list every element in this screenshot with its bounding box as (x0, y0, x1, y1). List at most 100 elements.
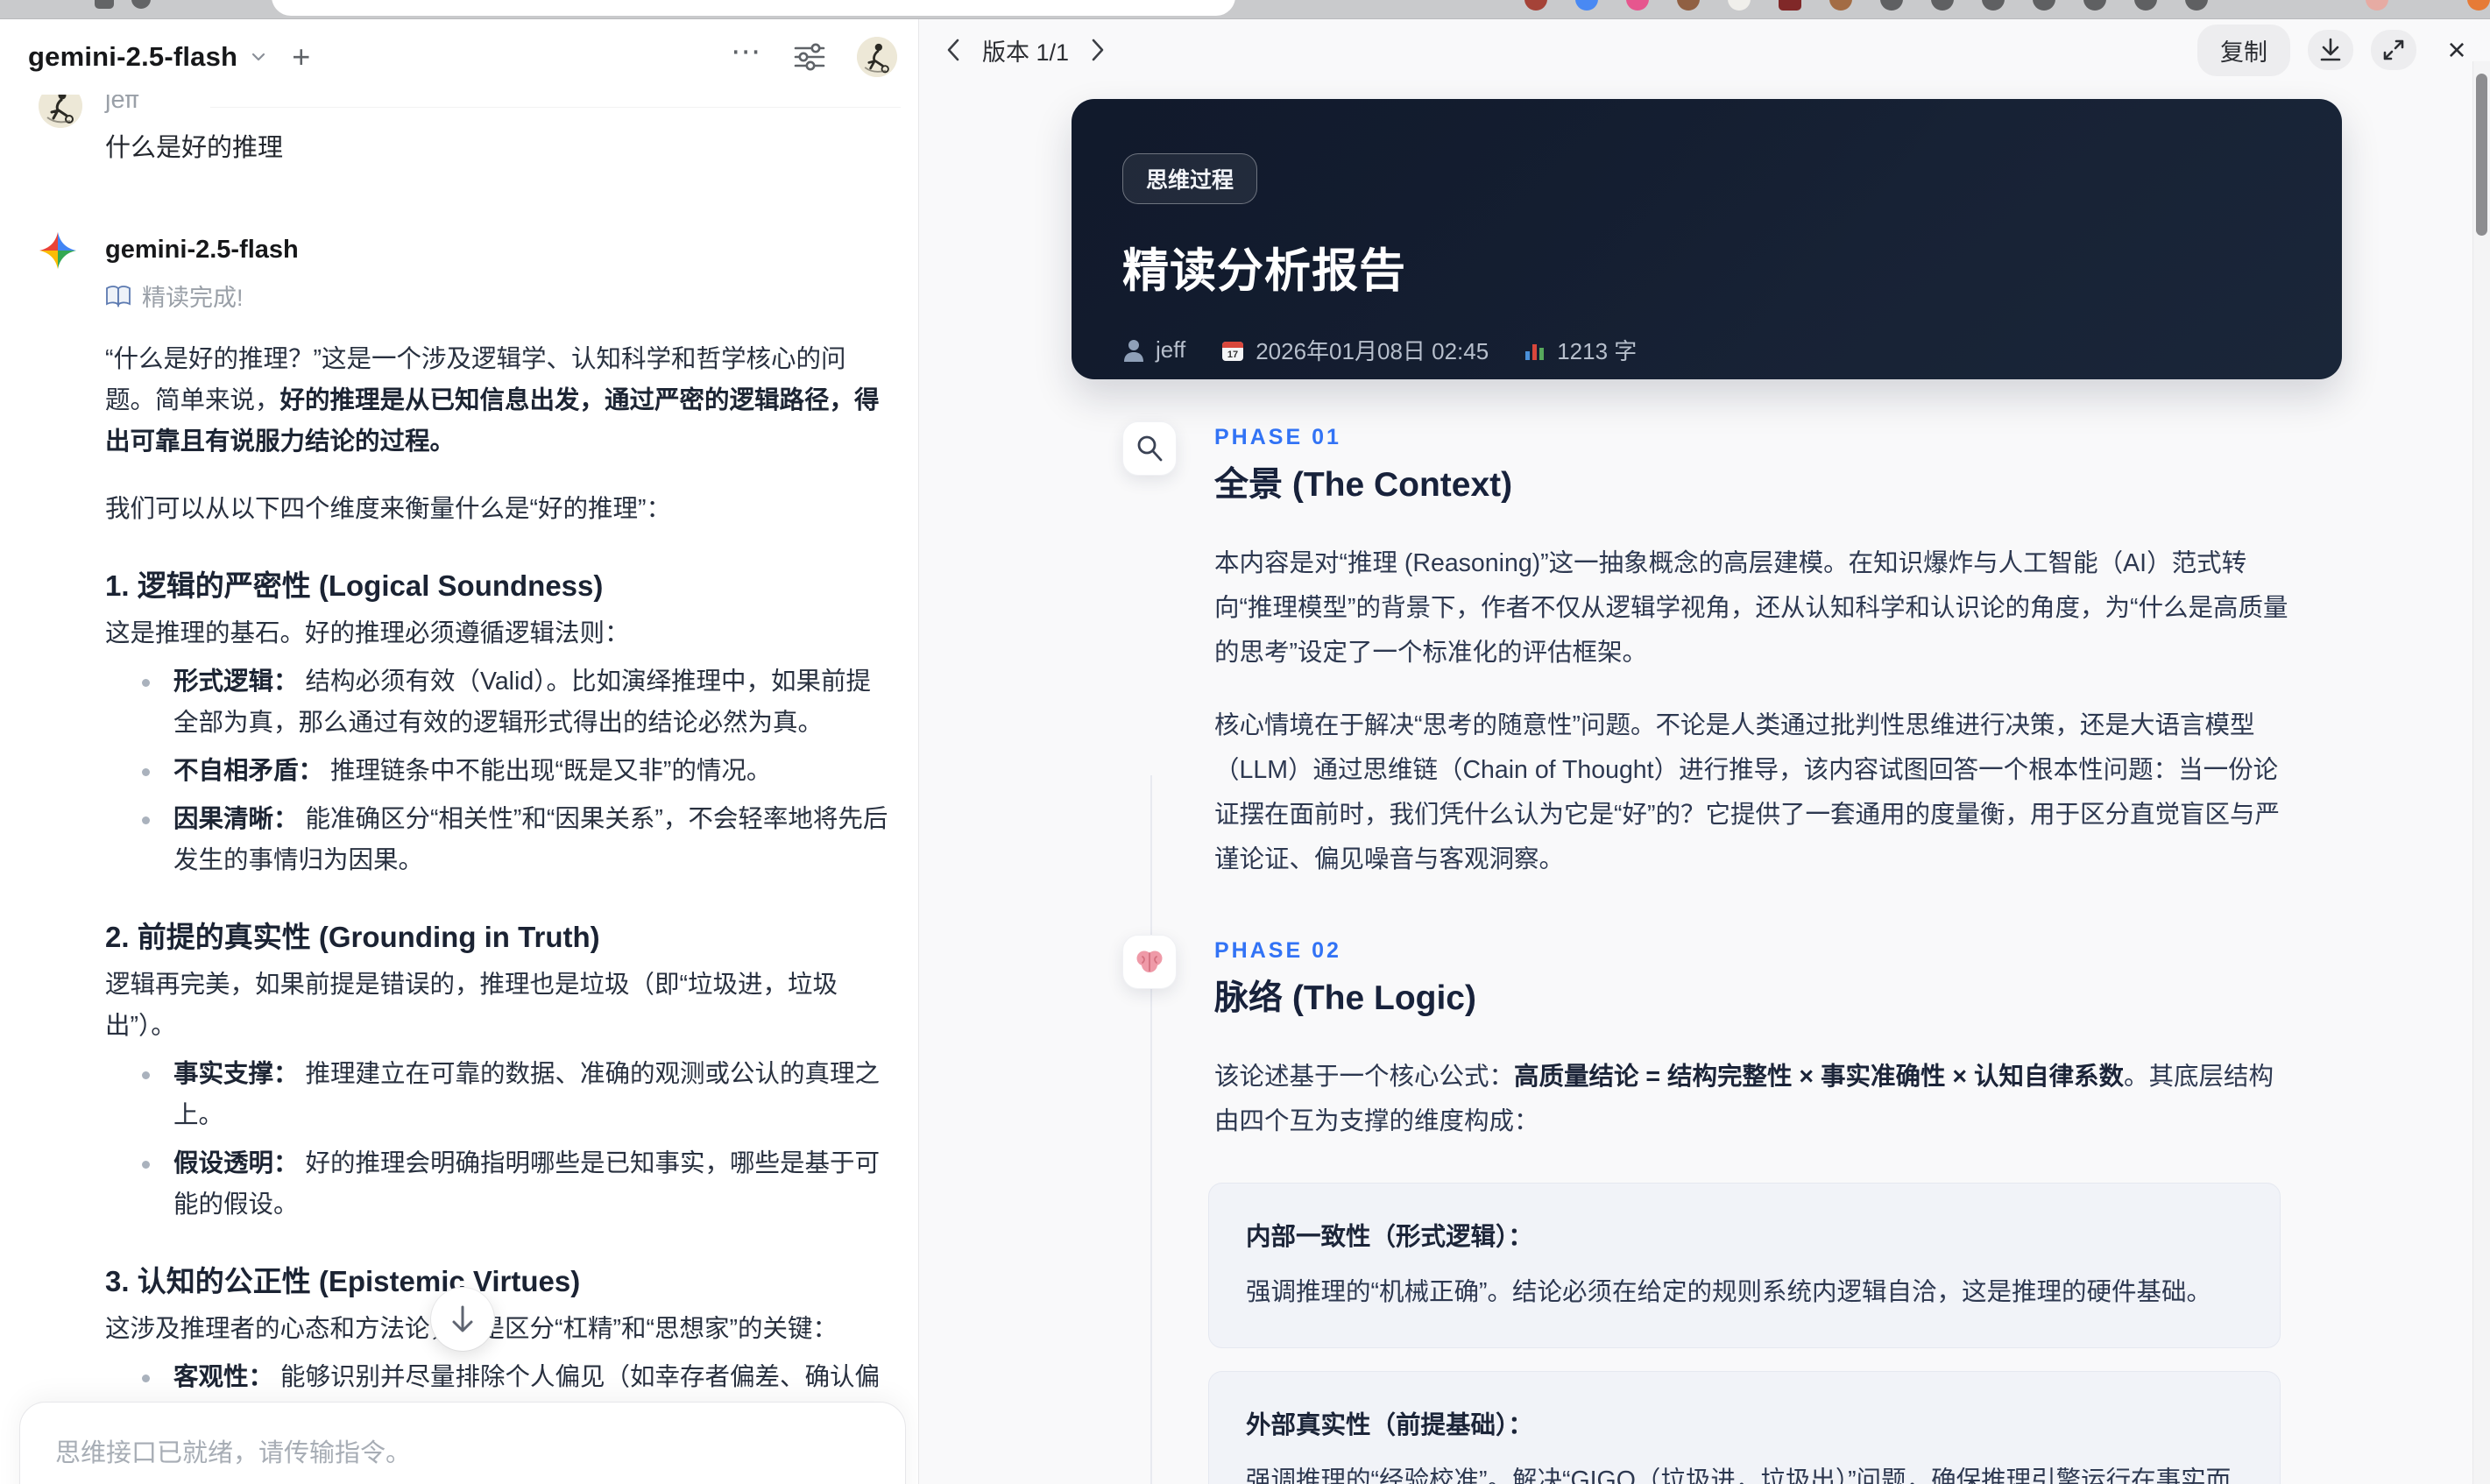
report-title: 精读分析报告 (1122, 245, 1406, 297)
browser-icon-fragment (131, 0, 151, 9)
bullet-icon (142, 816, 150, 824)
phase-label: PHASE 01 (1214, 425, 1341, 449)
extension-icon[interactable] (2366, 0, 2388, 11)
svg-text:17: 17 (1227, 350, 1238, 360)
new-chat-button[interactable]: + (292, 41, 310, 73)
extension-icon[interactable] (1829, 0, 1852, 11)
bullet-icon (142, 679, 150, 687)
report-panel: 版本 1/1 复制 × 思维过程 精读分析报告 jeff 17 2026年01月… (919, 19, 2490, 1484)
phase-title: 脉络 (The Logic) (1214, 979, 1476, 1017)
bullet-icon (142, 1161, 150, 1169)
fullscreen-button[interactable] (2371, 30, 2416, 70)
extension-icon[interactable] (1524, 0, 1547, 11)
bullet-icon (142, 1071, 150, 1079)
phase-timeline: PHASE 01 全景 (The Context) 本内容是对“推理 (Reas… (1072, 421, 2342, 1484)
extension-icon[interactable] (2185, 0, 2208, 11)
book-icon (105, 285, 131, 307)
list-item: 事实支撑： 推理建立在可靠的数据、准确的观测或公认的真理之上。 (105, 1054, 888, 1136)
extension-icon[interactable] (2033, 0, 2055, 11)
chat-panel: gemini-2.5-flash + ⋯ jeff 什么是好的推理 gemini… (0, 19, 918, 1484)
phase-title: 全景 (The Context) (1214, 466, 1513, 504)
phase-section: PHASE 02 脉络 (The Logic) 该论述基于一个核心公式：高质量结… (1072, 935, 2342, 1144)
list-item: 不自相矛盾： 推理链条中不能出现“既是又非”的情况。 (105, 751, 888, 792)
chat-scroll-area[interactable]: jeff 什么是好的推理 gemini-2.5-flash 精读完成! “什么是… (0, 75, 918, 1484)
phase-body: 该论述基于一个核心公式：高质量结论 = 结构完整性 × 事实准确性 × 认知自律… (1214, 1055, 2297, 1144)
composer-input[interactable]: 思维接口已就绪，请传输指令。 (55, 1432, 870, 1469)
report-type-badge: 思维过程 (1122, 153, 1258, 204)
report-toolbar: 版本 1/1 复制 × (919, 19, 2490, 81)
report-meta: jeff 17 2026年01月08日 02:45 1213 字 (1122, 334, 2291, 366)
extension-icon[interactable] (1931, 0, 1954, 11)
address-bar[interactable] (272, 0, 1235, 16)
extension-icon[interactable] (2134, 0, 2157, 11)
chat-header: gemini-2.5-flash + ⋯ (0, 19, 918, 95)
extension-icon[interactable] (2467, 0, 2490, 11)
paragraph: 该论述基于一个核心公式：高质量结论 = 结构完整性 × 事实准确性 × 认知自律… (1214, 1063, 2274, 1135)
section-lead: 逻辑再完美，如果前提是错误的，推理也是垃圾（即“垃圾进，垃圾出”）。 (105, 971, 838, 1040)
close-button[interactable]: × (2434, 30, 2479, 70)
dimension-card: 外部真实性（前提基础）： 强调推理的“经验校准”。解决“GIGO（垃圾进，垃圾出… (1208, 1371, 2281, 1484)
list-item: 因果清晰： 能准确区分“相关性”和“因果关系”，不会轻率地将先后发生的事情归为因… (105, 799, 888, 881)
brain-icon (1122, 935, 1177, 989)
assistant-message: “什么是好的推理？”这是一个涉及逻辑学、认知科学和哲学核心的问题。简单来说，好的… (105, 339, 888, 1484)
browser-toolbar-fragment (0, 0, 2490, 19)
section-lead: 这涉及推理者的心态和方法论，也是区分“杠精”和“思想家”的关键： (105, 1309, 888, 1350)
bullet-icon (142, 768, 150, 776)
report-word-count: 1213 字 (1524, 334, 1637, 366)
version-prev-icon[interactable] (944, 37, 963, 63)
version-label: 版本 1/1 (982, 39, 1070, 66)
more-options-icon[interactable]: ⋯ (731, 37, 762, 70)
paragraph: 我们可以从以下四个维度来衡量什么是“好的推理”： (105, 495, 671, 523)
extension-icon[interactable] (2083, 0, 2106, 11)
report-date: 17 2026年01月08日 02:45 (1220, 334, 1489, 366)
card-body: 强调推理的“经验校准”。解决“GIGO（垃圾进，垃圾出）”问题，确保推理引擎运行… (1246, 1466, 2232, 1484)
model-title[interactable]: gemini-2.5-flash (28, 41, 237, 73)
magnifier-icon (1122, 421, 1177, 476)
extension-icon[interactable] (1575, 0, 1598, 11)
bullet-list: 事实支撑： 推理建立在可靠的数据、准确的观测或公认的真理之上。 假设透明： 好的… (105, 1054, 888, 1226)
main-area: gemini-2.5-flash + ⋯ jeff 什么是好的推理 gemini… (0, 19, 2490, 1484)
section-heading: 3. 认知的公正性 (Epistemic Virtues) (105, 1265, 581, 1297)
version-next-icon[interactable] (1088, 37, 1107, 63)
phase-body: 本内容是对“推理 (Reasoning)”这一抽象概念的高层建模。在知识爆炸与人… (1214, 541, 2297, 882)
browser-icon-fragment (95, 0, 114, 9)
extension-icon[interactable] (1982, 0, 2005, 11)
dimension-card: 内部一致性（形式逻辑）： 强调推理的“机械正确”。结论必须在给定的规则系统内逻辑… (1208, 1183, 2281, 1348)
dimension-cards: 内部一致性（形式逻辑）： 强调推理的“机械正确”。结论必须在给定的规则系统内逻辑… (1208, 1183, 2281, 1484)
extension-icon[interactable] (1728, 0, 1751, 11)
download-button[interactable] (2308, 30, 2353, 70)
card-body: 强调推理的“机械正确”。结论必须在给定的规则系统内逻辑自洽，这是推理的硬件基础。 (1246, 1278, 2211, 1306)
list-item: 假设透明： 好的推理会明确指明哪些是已知事实，哪些是基于可能的假设。 (105, 1143, 888, 1226)
chevron-down-icon[interactable] (248, 46, 269, 67)
bullet-icon (142, 1374, 150, 1382)
scroll-to-bottom-button[interactable] (431, 1288, 494, 1351)
user-message-text: 什么是好的推理 (105, 134, 284, 162)
person-icon (1122, 338, 1145, 363)
list-item: 形式逻辑： 结构必须有效（Valid）。比如演绎推理中，如果前提全部为真，那么通… (105, 661, 888, 744)
phase-section: PHASE 01 全景 (The Context) 本内容是对“推理 (Reas… (1072, 421, 2342, 882)
calendar-icon: 17 (1220, 338, 1245, 363)
app-window: gemini-2.5-flash + ⋯ jeff 什么是好的推理 gemini… (0, 0, 2490, 1484)
paragraph: 本内容是对“推理 (Reasoning)”这一抽象概念的高层建模。在知识爆炸与人… (1214, 549, 2288, 667)
assistant-author: gemini-2.5-flash (105, 236, 299, 264)
extension-icon[interactable] (1677, 0, 1700, 11)
model-settings-icon[interactable] (792, 42, 827, 72)
scrollbar-thumb[interactable] (2476, 74, 2487, 236)
paragraph: “什么是好的推理？”这是一个涉及逻辑学、认知科学和哲学核心的问题。简单来说，好的… (105, 345, 880, 456)
phase-label: PHASE 02 (1214, 938, 1341, 963)
report-content: 思维过程 精读分析报告 jeff 17 2026年01月08日 02:45 12… (1072, 99, 2342, 1484)
card-title: 外部真实性（前提基础）： (1246, 1411, 1533, 1439)
section-heading: 2. 前提的真实性 (Grounding in Truth) (105, 921, 600, 953)
card-title: 内部一致性（形式逻辑）： (1246, 1223, 1533, 1251)
copy-button[interactable]: 复制 (2197, 24, 2290, 76)
composer[interactable]: 思维接口已就绪，请传输指令。 + (19, 1402, 906, 1484)
assistant-status-text: 精读完成! (142, 285, 244, 311)
user-avatar[interactable] (857, 37, 897, 77)
extension-icon[interactable] (1779, 0, 1801, 11)
bar-chart-icon (1524, 339, 1546, 362)
section-heading: 1. 逻辑的严密性 (Logical Soundness) (105, 569, 604, 602)
paragraph: 核心情境在于解决“思考的随意性”问题。不论是人类通过批判性思维进行决策，还是大语… (1214, 711, 2280, 873)
scrollbar-track[interactable] (2472, 61, 2490, 1484)
extension-icon[interactable] (1626, 0, 1649, 11)
extension-icon[interactable] (1880, 0, 1903, 11)
